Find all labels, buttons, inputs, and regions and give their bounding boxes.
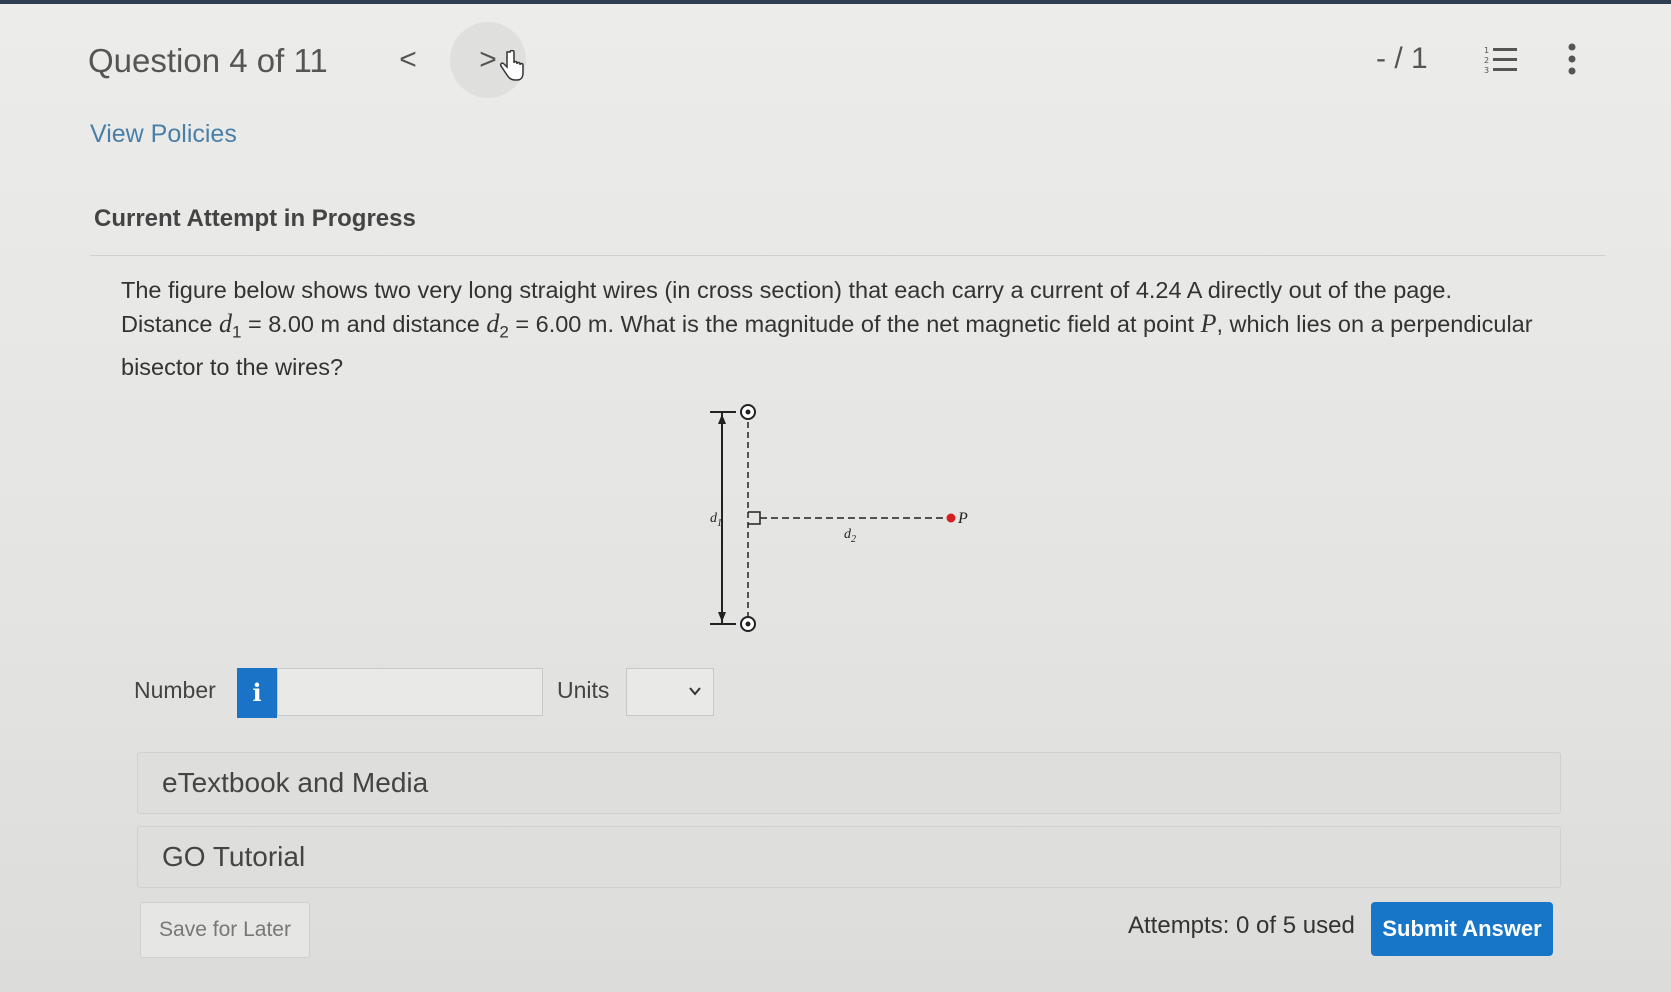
d1-arrow-bottom [718, 612, 726, 622]
right-angle-marker [748, 511, 761, 525]
chevron-down-icon [689, 687, 701, 696]
point-p [946, 513, 956, 523]
kebab-menu-icon[interactable] [1566, 42, 1578, 76]
chevron-left-icon: < [399, 43, 417, 76]
previous-question-button[interactable]: < [390, 40, 426, 80]
view-policies-link[interactable]: View Policies [90, 120, 237, 149]
wires-figure: d1 d2 P [710, 404, 968, 632]
units-select[interactable] [626, 668, 714, 716]
chevron-right-icon: > [479, 43, 497, 76]
question-line-3: bisector to the wires? [121, 353, 344, 380]
question-line-1: The figure below shows two very long str… [121, 277, 1453, 303]
attempt-heading: Current Attempt in Progress [94, 205, 416, 232]
divider [90, 255, 1605, 256]
go-tutorial-label: GO Tutorial [162, 841, 306, 872]
question-line-2: Distance d1 = 8.00 m and distance d2 = 6… [121, 309, 1533, 342]
question-header: Question 4 of 11 < > - / 1 1 2 3 [0, 22, 1671, 98]
go-tutorial-panel[interactable]: GO Tutorial [137, 826, 1561, 888]
etextbook-media-panel[interactable]: eTextbook and Media [137, 752, 1561, 814]
numbered-list-icon[interactable]: 1 2 3 [1484, 44, 1518, 74]
svg-text:1: 1 [1484, 46, 1489, 55]
info-button[interactable]: i [237, 668, 277, 718]
label-p: P [957, 510, 968, 527]
label-d2: d2 [844, 527, 856, 545]
label-d1: d1 [710, 511, 722, 529]
units-label: Units [557, 677, 610, 703]
hand-cursor-icon [500, 50, 524, 81]
submit-answer-button[interactable]: Submit Answer [1371, 902, 1553, 956]
page: Question 4 of 11 < > - / 1 1 2 3 View Po… [0, 0, 1671, 992]
d1-arrow-top [718, 414, 726, 424]
number-label: Number [134, 677, 216, 703]
score-display: - / 1 [1376, 42, 1428, 75]
attempts-counter: Attempts: 0 of 5 used [1128, 912, 1355, 939]
save-for-later-button[interactable]: Save for Later [140, 902, 310, 958]
info-icon: i [252, 678, 262, 707]
etextbook-media-label: eTextbook and Media [162, 767, 429, 798]
question-text: The figure below shows two very long str… [121, 273, 1601, 384]
number-input[interactable] [277, 668, 543, 716]
svg-text:2: 2 [1484, 56, 1489, 65]
top-bar [0, 0, 1671, 4]
svg-text:3: 3 [1484, 66, 1489, 74]
wire-bottom-dot [745, 621, 751, 627]
wire-top-dot [745, 409, 751, 415]
question-counter: Question 4 of 11 [88, 42, 328, 79]
